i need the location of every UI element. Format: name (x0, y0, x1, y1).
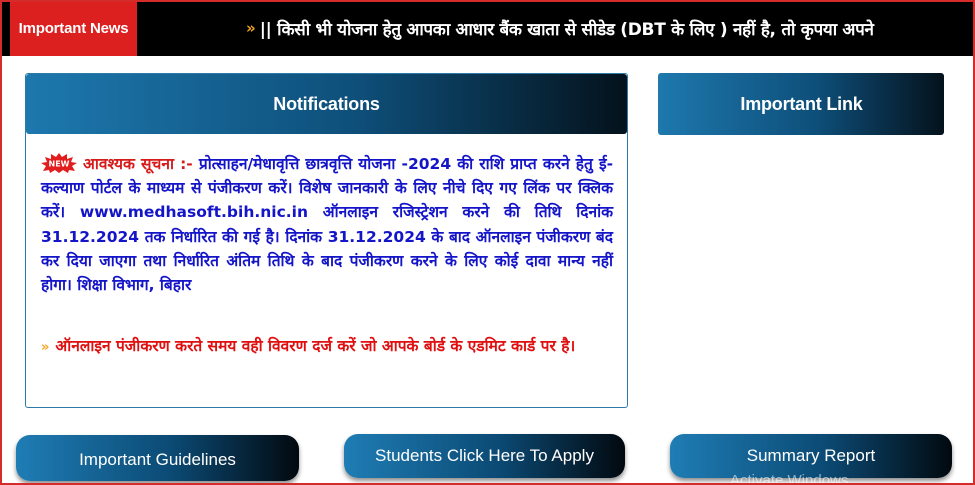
students-apply-button[interactable]: Students Click Here To Apply (344, 434, 625, 478)
important-news-label: Important News (10, 0, 137, 56)
second-notice-text: ऑनलाइन पंजीकरण करते समय वही विवरण दर्ज क… (55, 337, 576, 355)
notifications-header: Notifications (26, 74, 627, 134)
activate-windows-watermark: Activate Windows (730, 472, 849, 485)
important-link-header: Important Link (658, 73, 944, 135)
important-guidelines-label: Important Guidelines (79, 450, 236, 469)
notice-paragraph: NEW आवश्यक सूचना :- प्रोत्साहन/मेधावृत्त… (41, 152, 613, 297)
new-badge-icon: NEW (41, 152, 77, 173)
important-guidelines-button[interactable]: Important Guidelines (16, 435, 299, 481)
notice-label: आवश्यक सूचना :- (83, 155, 193, 173)
students-apply-label: Students Click Here To Apply (375, 446, 594, 465)
news-ticker[interactable]: » || किसी भी योजना हेतु आपका आधार बैंक ख… (246, 0, 975, 56)
summary-report-label: Summary Report (746, 446, 876, 465)
notice-text: प्रोत्साहन/मेधावृत्ति छात्रवृत्ति योजना … (41, 155, 613, 295)
svg-text:NEW: NEW (49, 159, 70, 168)
second-notice: » ऑनलाइन पंजीकरण करते समय वही विवरण दर्ज … (41, 334, 613, 360)
news-bar: Important News » || किसी भी योजना हेतु आ… (0, 0, 975, 56)
double-chevron-right-icon: » (41, 340, 50, 355)
ticker-text[interactable]: || किसी भी योजना हेतु आपका आधार बैंक खात… (260, 17, 874, 40)
double-chevron-right-icon: » (246, 19, 256, 37)
